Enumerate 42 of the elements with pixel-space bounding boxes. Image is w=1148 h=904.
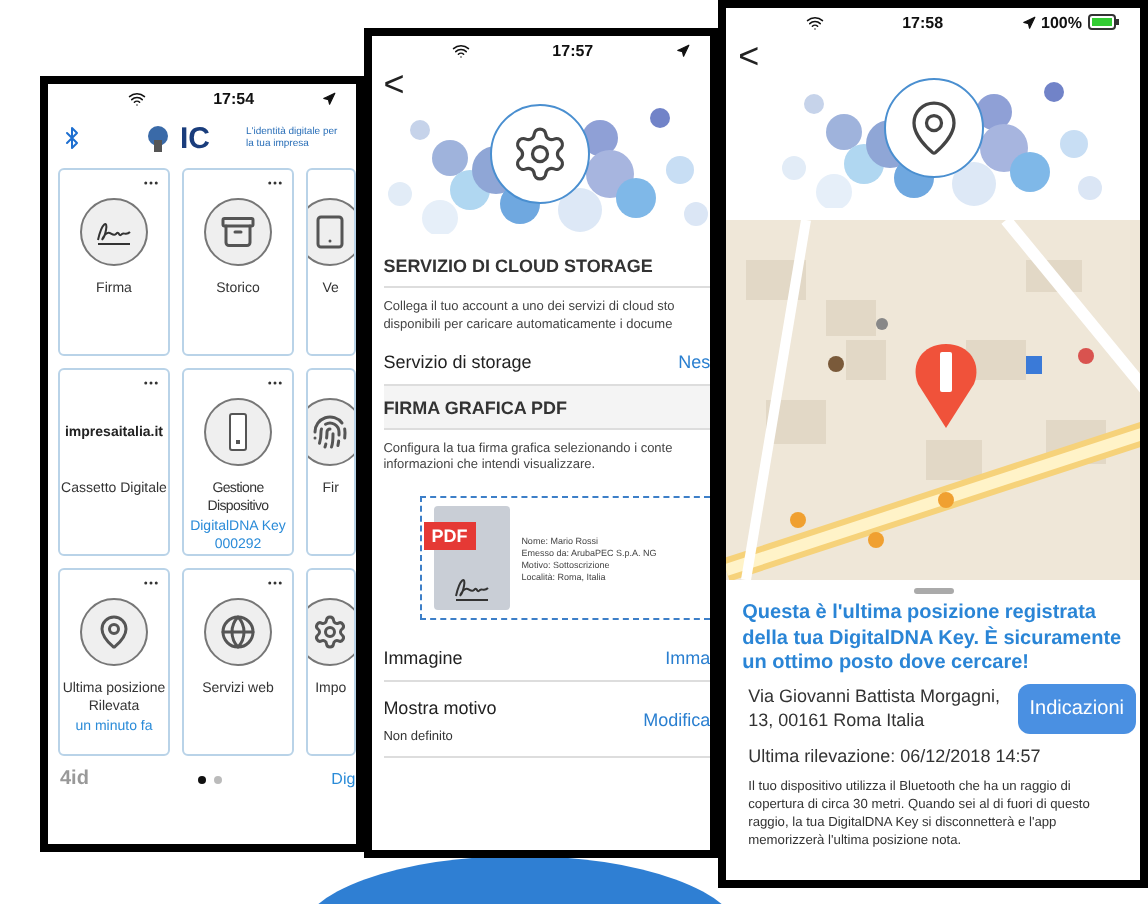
- setting-label: Mostra motivo: [383, 698, 497, 719]
- signature-icon: [451, 574, 492, 603]
- setting-value-link[interactable]: Nes: [678, 351, 711, 372]
- location-headline: Questa è l'ultima posizione registrata della tua DigitalDNA Key. È sicuramente un ottimo posto dove cercare!: [742, 602, 1124, 677]
- page-dot[interactable]: [214, 775, 223, 783]
- footer-logo: 4id: [60, 768, 89, 790]
- status-time: 17:57: [552, 41, 594, 59]
- section-title: FIRMA GRAFICA PDF: [383, 385, 711, 430]
- status-time: 17:58: [902, 13, 944, 31]
- back-button[interactable]: <: [383, 64, 405, 106]
- address-text: Via Giovanni Battista Morgagni, 13, 00161 Roma Italia: [746, 683, 1003, 734]
- brand-logo-icon: [144, 124, 172, 152]
- brand-name: IC: [180, 121, 210, 155]
- location-arrow-icon: [321, 91, 336, 105]
- tablet-icon: [312, 214, 349, 250]
- pdf-badge: PDF: [423, 522, 476, 551]
- battery-level: 100%: [1041, 13, 1082, 31]
- web-icon: [220, 614, 256, 650]
- wifi-icon: [806, 13, 825, 31]
- location-arrow-icon: [1021, 15, 1036, 29]
- signature-icon: [94, 218, 134, 246]
- setting-label: Servizio di storage: [383, 351, 532, 372]
- last-seen-text: Ultima rilevazione: 06/12/2018 14:57: [748, 745, 1043, 766]
- archive-icon: [220, 214, 256, 250]
- map-pin-icon: [96, 614, 132, 650]
- section-title: SERVIZIO DI CLOUD STORAGE: [383, 244, 711, 288]
- drag-handle[interactable]: [913, 588, 954, 594]
- wifi-icon: [451, 41, 470, 59]
- usb-key-icon: [228, 412, 248, 452]
- status-time: 17:54: [213, 89, 255, 107]
- back-button[interactable]: <: [738, 36, 760, 78]
- location-arrow-icon: [676, 43, 691, 57]
- fingerprint-icon: [312, 414, 349, 450]
- wifi-icon: [128, 89, 146, 107]
- footer-link[interactable]: Dig: [331, 770, 356, 788]
- page-dot[interactable]: [198, 775, 207, 783]
- setting-value-link[interactable]: Imma: [665, 648, 711, 669]
- battery-icon: [1088, 14, 1120, 30]
- gear-icon: [312, 614, 349, 650]
- setting-label: Immagine: [383, 648, 463, 669]
- bluetooth-icon[interactable]: [60, 126, 84, 150]
- setting-value-link[interactable]: Modifica: [643, 710, 711, 731]
